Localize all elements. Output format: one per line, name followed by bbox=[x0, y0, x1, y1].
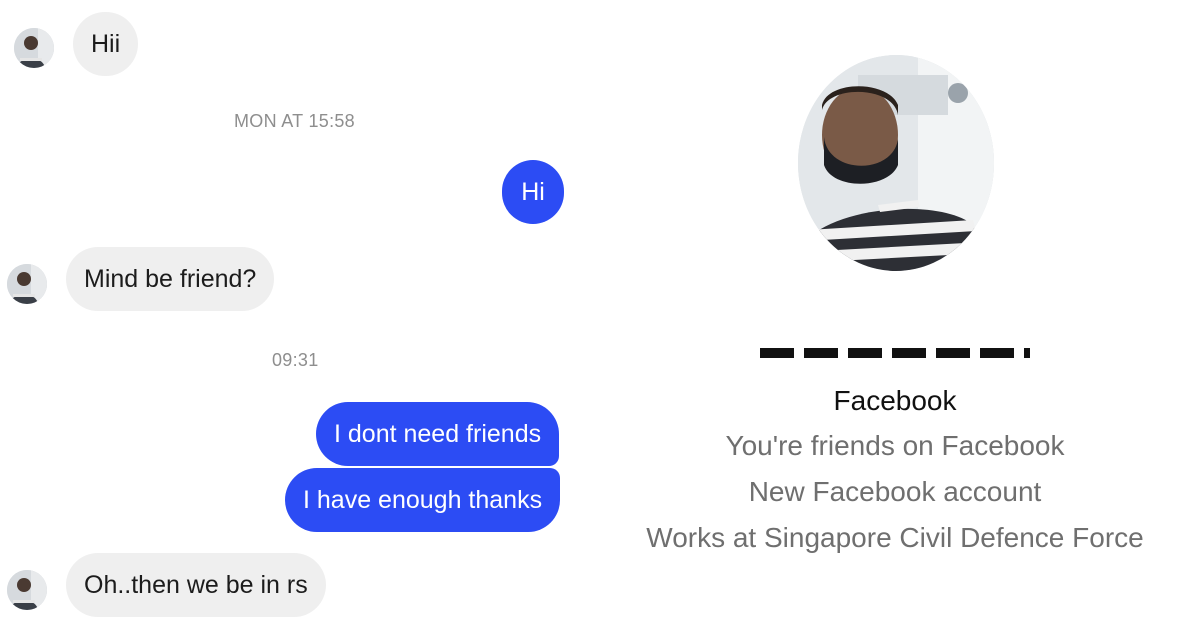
message-timestamp: MON AT 15:58 bbox=[234, 111, 355, 131]
incoming-message[interactable]: Mind be friend? bbox=[66, 247, 275, 311]
profile-account-status: New Facebook account bbox=[748, 476, 1042, 507]
sender-avatar[interactable] bbox=[7, 264, 47, 304]
profile-name-redacted bbox=[760, 312, 1030, 358]
sender-avatar[interactable] bbox=[7, 570, 47, 610]
profile-platform: Facebook bbox=[833, 385, 957, 416]
profile-photo[interactable] bbox=[798, 55, 994, 271]
message-timestamp: 09:31 bbox=[272, 350, 319, 370]
outgoing-message[interactable]: I dont need friends bbox=[316, 402, 560, 466]
chat-thread: Hii MON AT 15:58 Hi Mind be friend? 09:3… bbox=[0, 0, 600, 628]
outgoing-message[interactable]: Hi bbox=[502, 160, 564, 224]
avatar-icon bbox=[14, 28, 54, 68]
profile-work: Works at Singapore Civil Defence Force bbox=[646, 522, 1144, 553]
incoming-message[interactable]: Hii bbox=[73, 12, 139, 76]
outgoing-message[interactable]: I have enough thanks bbox=[285, 468, 561, 532]
profile-relationship: You're friends on Facebook bbox=[725, 430, 1065, 461]
incoming-message[interactable]: Oh..then we be in rs bbox=[66, 553, 326, 617]
sender-avatar[interactable] bbox=[14, 28, 54, 68]
profile-picture-icon bbox=[798, 55, 994, 271]
avatar-icon bbox=[7, 570, 47, 610]
profile-card: Facebook You're friends on Facebook New … bbox=[600, 0, 1200, 628]
avatar-icon bbox=[7, 264, 47, 304]
